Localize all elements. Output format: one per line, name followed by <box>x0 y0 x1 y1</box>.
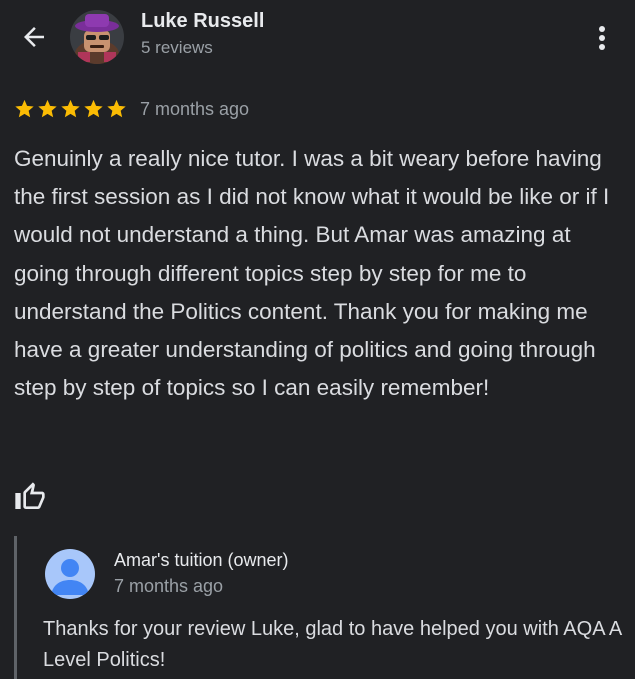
review-date: 7 months ago <box>140 98 250 119</box>
thumb-up-icon <box>15 482 45 509</box>
owner-name: Amar's tuition (owner) <box>114 550 289 570</box>
reviewer-review-count: 5 reviews <box>141 38 213 57</box>
owner-avatar <box>45 549 95 599</box>
review-text: Genuinly a really nice tutor. I was a bi… <box>14 146 610 401</box>
more-vert-icon <box>599 26 605 50</box>
star-icon <box>84 99 103 118</box>
reviewer-name[interactable]: Luke Russell <box>141 10 264 33</box>
rating-row: 7 months ago <box>13 96 249 122</box>
more-options-button[interactable] <box>588 20 616 56</box>
reviewer-avatar-image <box>70 10 124 64</box>
star-icon <box>107 99 126 118</box>
owner-reply-date: 7 months ago <box>114 576 224 596</box>
arrow-back-icon <box>24 27 44 47</box>
review-header: Luke Russell 5 reviews <box>0 0 635 80</box>
owner-reply: Amar's tuition (owner) 7 months ago Than… <box>14 536 635 679</box>
owner-reply-text: Thanks for your review Luke, glad to hav… <box>43 618 622 671</box>
star-icon <box>15 99 34 118</box>
person-icon <box>51 559 89 595</box>
star-icon <box>38 99 57 118</box>
like-button[interactable] <box>12 479 48 515</box>
star-icon <box>61 99 80 118</box>
star-rating <box>13 98 128 120</box>
reviewer-avatar[interactable] <box>70 10 124 64</box>
back-button[interactable] <box>14 19 54 55</box>
